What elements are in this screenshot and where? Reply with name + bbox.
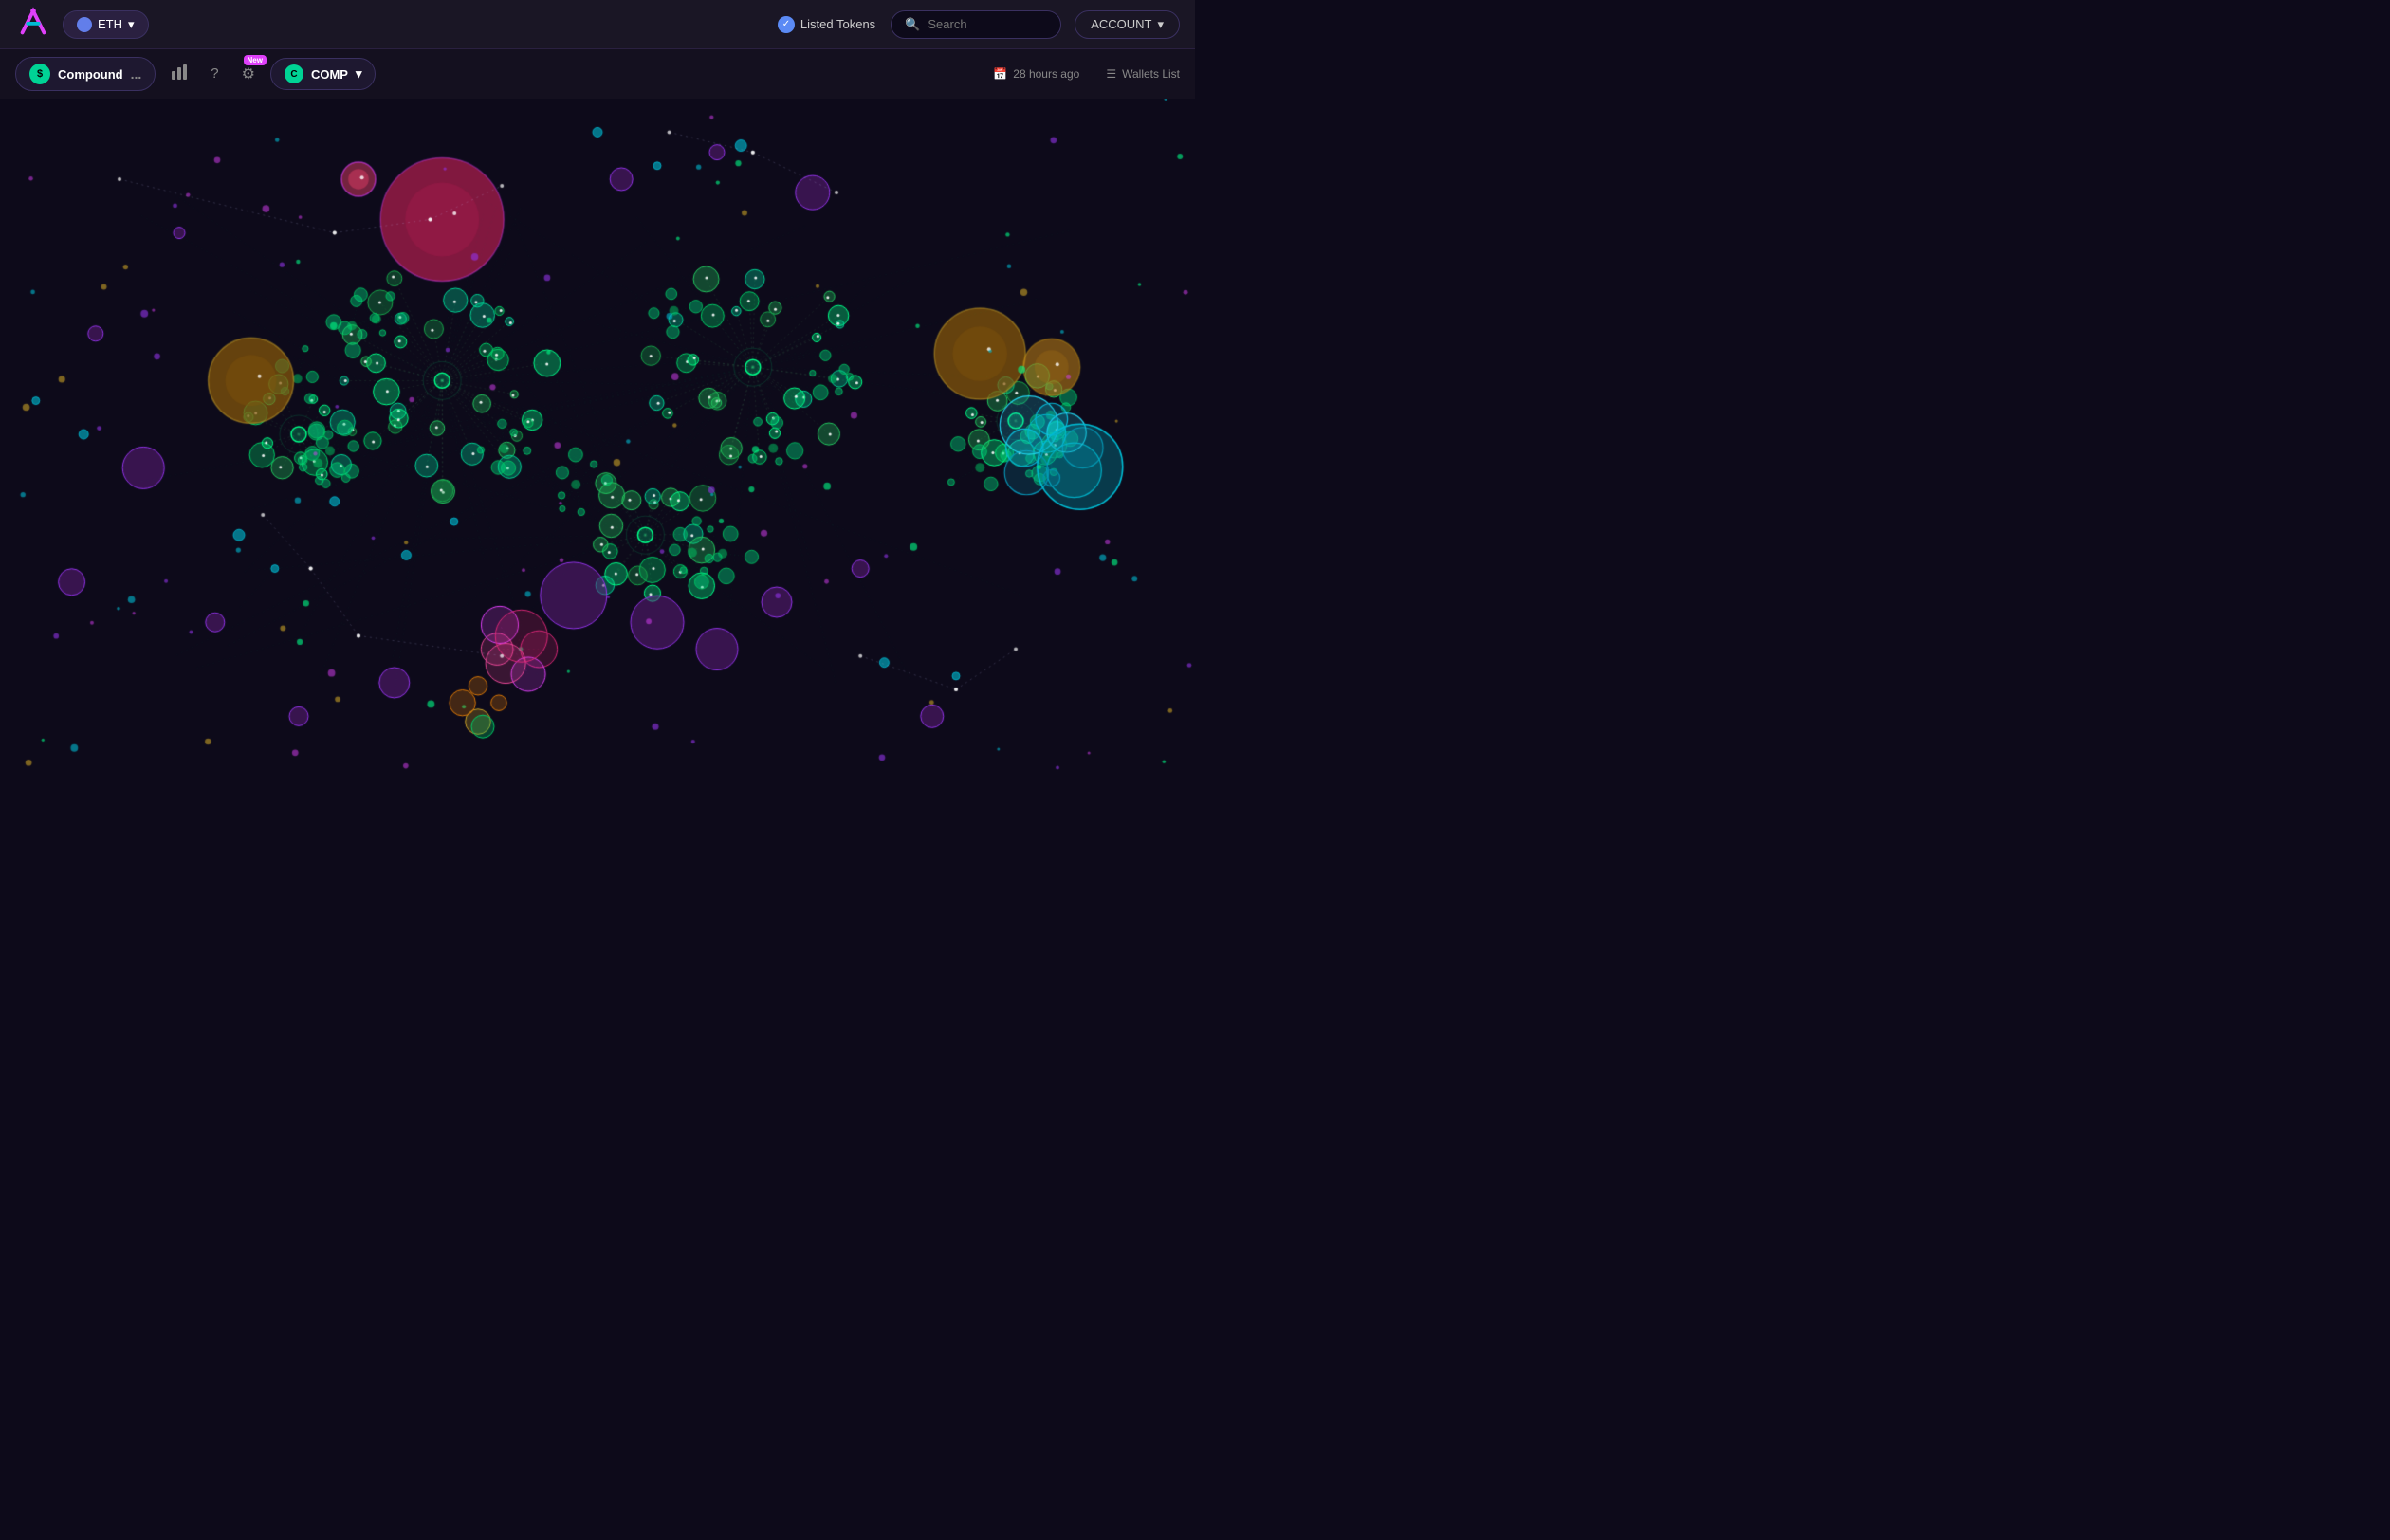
eth-label: ETH <box>98 17 122 31</box>
search-input[interactable] <box>928 17 1047 31</box>
timestamp: 📅 28 hours ago <box>993 67 1079 81</box>
question-icon: ? <box>211 65 218 82</box>
calendar-icon: 📅 <box>993 67 1007 81</box>
top-navigation: ETH ▾ ✓ Listed Tokens 🔍 ACCOUNT ▾ <box>0 0 1195 49</box>
settings-button[interactable]: New ⚙ <box>234 57 263 91</box>
chevron-down-icon: ▾ <box>356 66 362 82</box>
sub-navigation: $ Compound ... ? New ⚙ C COMP ▾ 📅 28 hou… <box>0 49 1195 99</box>
network-visualization <box>0 99 1195 770</box>
eth-network-button[interactable]: ETH ▾ <box>63 10 149 39</box>
wallets-list-button[interactable]: ☰ Wallets List <box>1106 67 1180 81</box>
verified-icon: ✓ <box>778 16 795 33</box>
account-button[interactable]: ACCOUNT ▾ <box>1075 10 1180 39</box>
protocol-icon: $ <box>29 64 50 84</box>
search-box[interactable]: 🔍 <box>891 10 1061 39</box>
eth-icon <box>77 17 92 32</box>
protocol-button[interactable]: $ Compound ... <box>15 57 156 91</box>
more-button[interactable]: ... <box>131 66 142 82</box>
listed-tokens-button[interactable]: ✓ Listed Tokens <box>778 16 875 33</box>
help-button[interactable]: ? <box>203 58 226 90</box>
timestamp-label: 28 hours ago <box>1013 67 1079 81</box>
listed-tokens-label: Listed Tokens <box>800 17 875 31</box>
new-badge: New <box>244 55 267 65</box>
search-icon: 🔍 <box>905 17 920 32</box>
comp-icon: C <box>285 64 303 83</box>
comp-label: COMP <box>311 67 348 82</box>
comp-token-button[interactable]: C COMP ▾ <box>270 58 377 90</box>
list-icon: ☰ <box>1106 67 1116 81</box>
settings-icon: ⚙ <box>242 66 255 82</box>
protocol-label: Compound <box>58 67 123 82</box>
chevron-down-icon: ▾ <box>1157 17 1164 32</box>
network-canvas <box>0 99 1195 770</box>
wallets-label: Wallets List <box>1122 67 1180 81</box>
account-label: ACCOUNT <box>1091 17 1151 31</box>
logo[interactable] <box>15 4 63 45</box>
chevron-down-icon: ▾ <box>128 17 135 32</box>
stats-button[interactable] <box>163 56 195 93</box>
